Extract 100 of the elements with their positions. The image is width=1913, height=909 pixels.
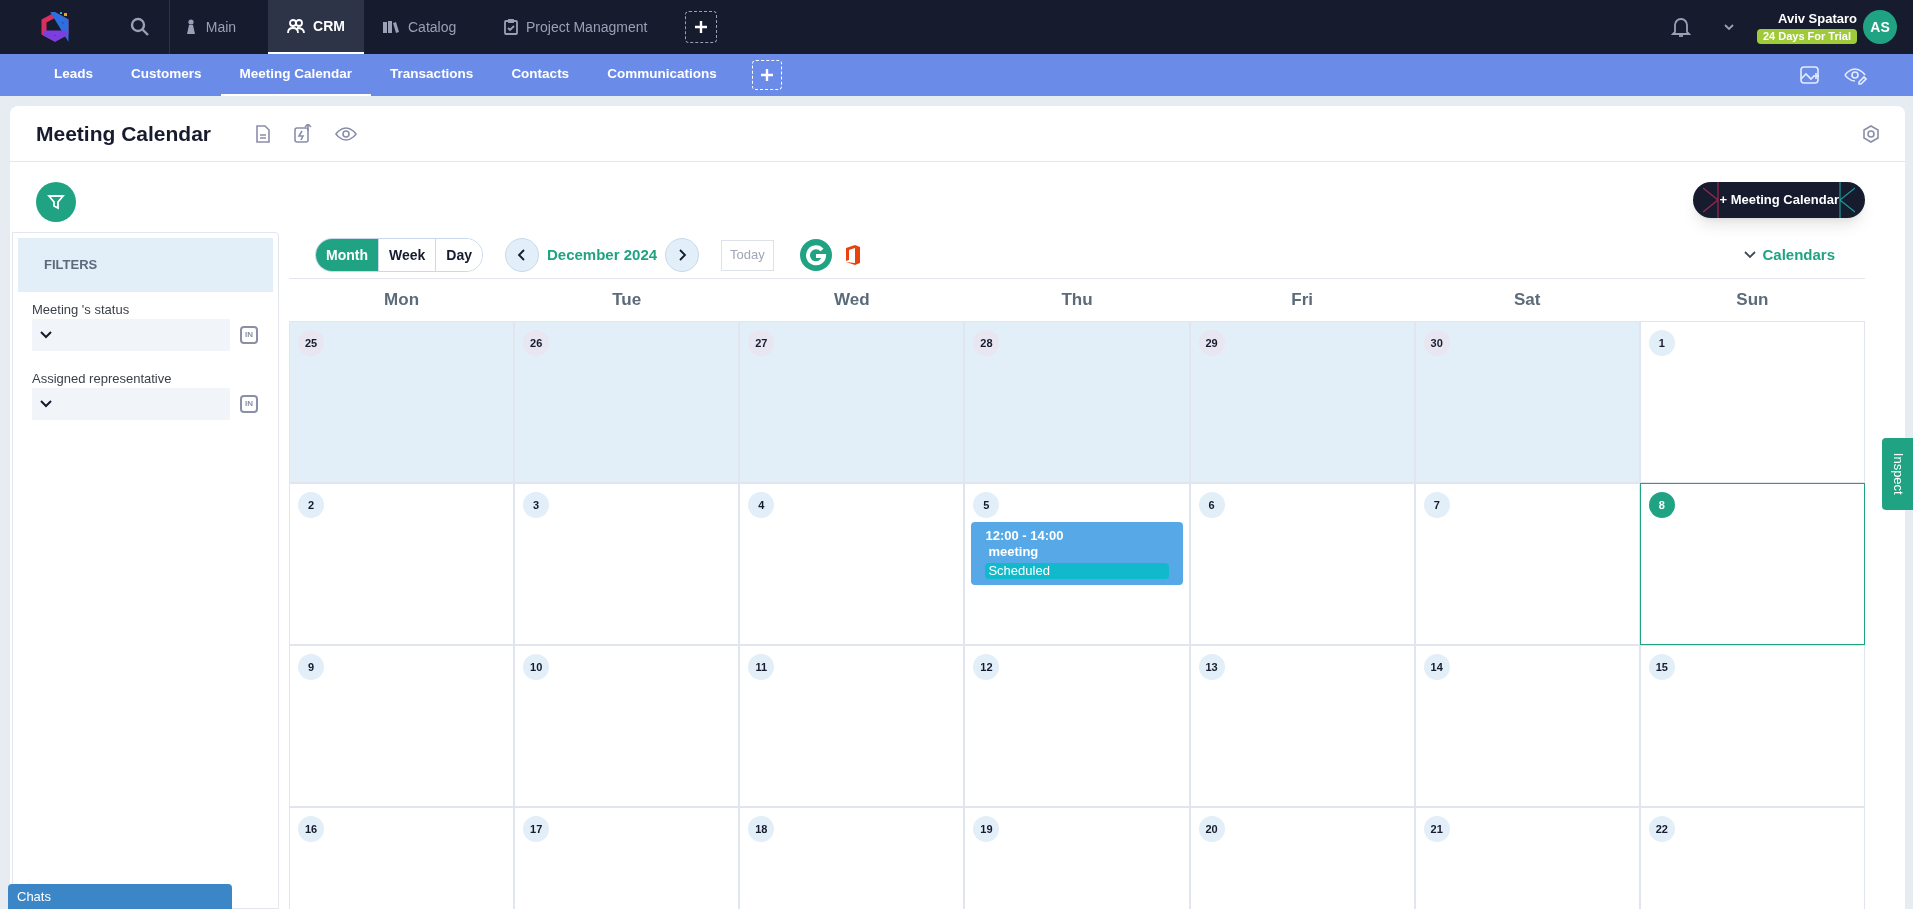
next-button[interactable] — [665, 238, 700, 272]
day-number: 4 — [748, 492, 775, 518]
document-icon[interactable] — [255, 123, 272, 144]
day-number: 20 — [1198, 816, 1225, 842]
settings-icon[interactable] — [1861, 123, 1881, 144]
day-cell[interactable]: 30 — [1414, 321, 1640, 483]
day-cell[interactable]: 29 — [1189, 321, 1415, 483]
day-number: 13 — [1198, 654, 1225, 680]
day-number: 1 — [1648, 330, 1675, 356]
day-cell[interactable]: 6 — [1189, 483, 1415, 645]
day-cell[interactable]: 25 — [289, 321, 515, 483]
chevron-down-icon[interactable] — [1722, 23, 1735, 31]
day-cell[interactable]: 22 — [1639, 807, 1865, 909]
day-cell[interactable]: 2 — [289, 483, 515, 645]
day-number: 15 — [1648, 654, 1675, 680]
add-tab-button[interactable] — [685, 11, 718, 43]
day-number: 21 — [1423, 816, 1450, 842]
page-title: Meeting Calendar — [36, 120, 212, 147]
day-cell[interactable]: 26 — [514, 321, 740, 483]
day-cell[interactable]: 4 — [739, 483, 965, 645]
filters-heading: FILTERS — [18, 238, 273, 292]
day-cell[interactable]: 27 — [739, 321, 965, 483]
previous-button[interactable] — [505, 238, 539, 272]
day-number: 26 — [523, 330, 550, 356]
bell-icon[interactable] — [1670, 16, 1691, 38]
chats-button[interactable]: Chats — [8, 884, 232, 909]
chevron-left-icon — [517, 249, 527, 261]
day-cell[interactable]: 15 — [1639, 645, 1865, 807]
chevron-down-icon — [40, 400, 52, 408]
day-cell[interactable]: 5 12:00 - 14:00 meeting Scheduled — [964, 483, 1190, 645]
day-cell[interactable]: 17 — [514, 807, 740, 909]
people-icon — [287, 18, 306, 34]
add-subtab-button[interactable] — [751, 60, 782, 90]
day-number: 7 — [1423, 492, 1450, 518]
day-number: 12 — [973, 654, 1000, 680]
eye-icon[interactable] — [335, 125, 358, 142]
weekday-header: Fri — [1291, 289, 1313, 312]
day-number: 22 — [1648, 816, 1675, 842]
search-icon[interactable] — [129, 17, 150, 37]
office-icon[interactable] — [843, 244, 862, 266]
clipboard-check-icon — [504, 19, 518, 35]
add-meeting-calendar-button[interactable]: + Meeting Calendar — [1693, 182, 1865, 218]
chevron-right-icon — [677, 249, 688, 261]
view-tab[interactable]: Day — [435, 239, 482, 271]
day-cell[interactable]: 14 — [1414, 645, 1640, 807]
day-number: 10 — [523, 654, 550, 680]
day-number: 17 — [523, 816, 550, 842]
dropdown-field[interactable] — [32, 319, 230, 351]
event-time: 12:00 - 14:00 — [985, 528, 1065, 544]
logo-icon[interactable] — [40, 12, 70, 42]
day-number: 27 — [748, 330, 775, 356]
chevron-down-icon — [1744, 251, 1757, 259]
google-icon[interactable] — [799, 239, 832, 271]
chevron-down-icon — [40, 331, 52, 339]
weekday-header: Thu — [1061, 289, 1093, 312]
weekday-header: Mon — [384, 289, 420, 312]
dropdown-field[interactable] — [32, 388, 230, 420]
image-add-icon[interactable] — [1799, 64, 1821, 86]
day-cell[interactable]: 13 — [1189, 645, 1415, 807]
eye-edit-icon[interactable] — [1843, 65, 1867, 85]
user-name: Aviv Spataro — [1778, 10, 1857, 27]
day-cell[interactable]: 9 — [289, 645, 515, 807]
day-number: 5 — [973, 492, 1000, 518]
lightning-export-icon[interactable] — [293, 123, 314, 144]
month-label: December 2024 — [547, 244, 658, 265]
filter-label: Meeting 's status — [32, 302, 131, 318]
line-pattern-drawing — [1839, 182, 1855, 218]
day-number: 6 — [1198, 492, 1225, 518]
day-number: 19 — [973, 816, 1000, 842]
day-cell[interactable]: 7 — [1414, 483, 1640, 645]
day-cell[interactable]: 20 — [1189, 807, 1415, 909]
day-cell[interactable]: 12 — [964, 645, 1190, 807]
event-title: meeting — [988, 544, 1040, 560]
day-cell[interactable]: 10 — [514, 645, 740, 807]
weekday-header: Tue — [612, 289, 642, 312]
nav-tab[interactable]: Main — [170, 0, 268, 54]
nav-tab[interactable]: CRM — [268, 0, 364, 54]
day-cell[interactable]: 18 — [739, 807, 965, 909]
day-number: 28 — [973, 330, 1000, 356]
filter-label: Assigned representative — [32, 371, 173, 387]
nav-tab[interactable]: Project Managment — [486, 0, 666, 54]
filter-button[interactable] — [36, 182, 76, 222]
weekday-header: Sun — [1736, 289, 1769, 312]
day-number: 8 — [1648, 492, 1675, 518]
line-pattern-drawing — [1703, 182, 1720, 218]
day-cell[interactable]: 19 — [964, 807, 1190, 909]
plus-icon — [759, 68, 774, 82]
filter-icon — [47, 193, 65, 211]
day-cell[interactable]: 1 — [1639, 321, 1865, 483]
day-cell[interactable]: 3 — [514, 483, 740, 645]
plus-icon — [694, 20, 709, 34]
books-icon — [382, 20, 400, 34]
day-cell[interactable]: 16 — [289, 807, 515, 909]
day-cell[interactable]: 21 — [1414, 807, 1640, 909]
nav-tab[interactable]: Catalog — [364, 0, 486, 54]
day-number: 14 — [1423, 654, 1450, 680]
day-number: 11 — [748, 654, 775, 680]
day-cell[interactable]: 11 — [739, 645, 965, 807]
day-number: 9 — [298, 654, 324, 680]
day-cell[interactable]: 28 — [964, 321, 1190, 483]
